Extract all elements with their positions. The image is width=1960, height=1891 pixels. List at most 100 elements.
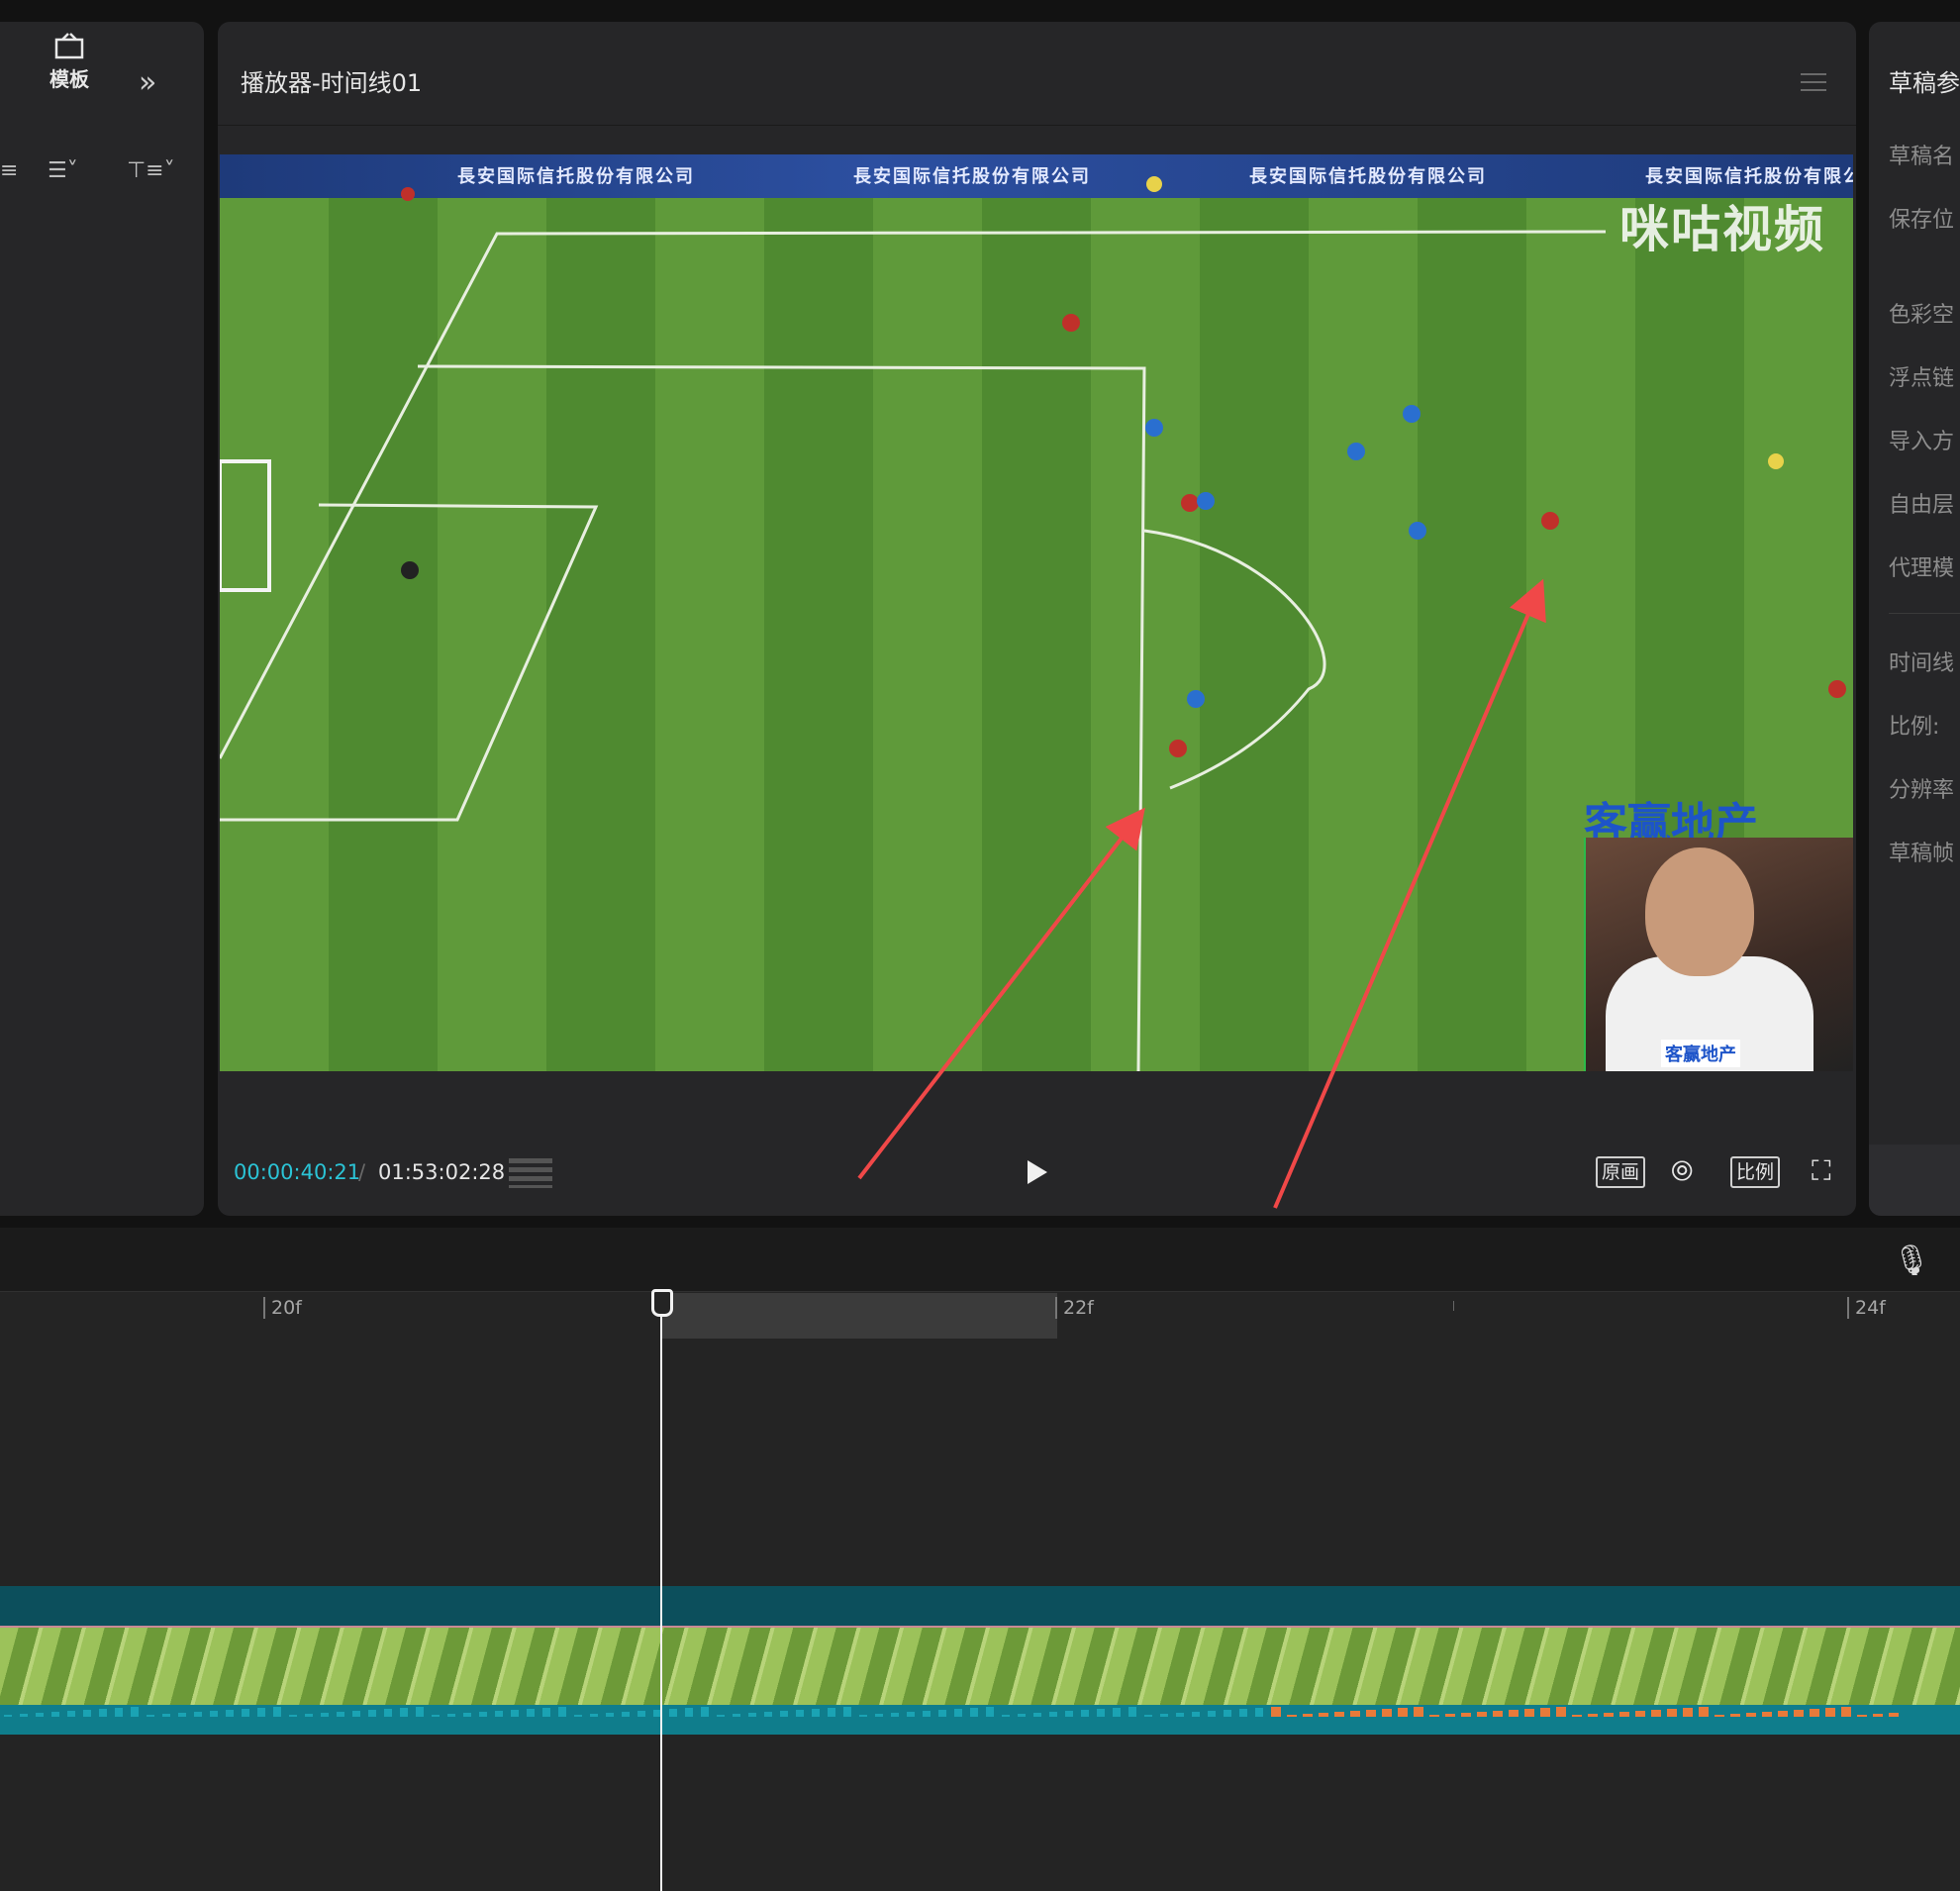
waveform-peak <box>606 1713 614 1717</box>
waveform-peak <box>337 1712 344 1717</box>
fullscreen-icon[interactable]: ⛶ <box>1812 1154 1831 1188</box>
timeline[interactable]: 🎙 20f 22f 24f <box>0 1228 1960 1891</box>
waveform-peak <box>970 1708 978 1717</box>
waveform-peak <box>368 1710 376 1717</box>
audio-track-header[interactable] <box>0 1586 1960 1626</box>
setting-resolution: 分辨率 <box>1889 778 1955 803</box>
waveform-peak <box>1224 1710 1231 1717</box>
playhead-handle[interactable] <box>651 1289 673 1317</box>
waveform-peak <box>36 1713 44 1717</box>
waveform-peak <box>1033 1713 1041 1717</box>
waveform-peak <box>669 1709 677 1717</box>
time-ruler[interactable]: 20f 22f 24f <box>0 1291 1960 1331</box>
waveform-peak <box>289 1715 297 1717</box>
waveform-peak <box>527 1709 535 1717</box>
audio-waveform[interactable] <box>0 1705 1960 1735</box>
waveform-peak <box>1588 1714 1598 1717</box>
waveform-peak <box>1524 1709 1534 1717</box>
waveform-peak <box>1350 1711 1360 1717</box>
waveform-peak <box>1176 1713 1184 1717</box>
waveform-peak <box>67 1711 75 1717</box>
waveform-peak <box>1857 1715 1867 1717</box>
waveform-peak <box>907 1712 915 1717</box>
waveform-peak <box>859 1715 867 1717</box>
waveform-peak <box>1604 1713 1614 1717</box>
setting-ratio: 比例: <box>1889 715 1940 740</box>
waveform-peak <box>1255 1708 1263 1717</box>
setting-save-location: 保存位 <box>1889 208 1955 233</box>
waveform-peak <box>954 1709 962 1717</box>
waveform-peak <box>1572 1715 1582 1717</box>
waveform-peak <box>1208 1711 1216 1717</box>
zoom-fit-icon[interactable]: ⦾ <box>1671 1154 1693 1188</box>
waveform-peak <box>717 1715 725 1717</box>
video-clip-filmstrip[interactable] <box>0 1626 1960 1707</box>
waveform-peak <box>590 1714 598 1717</box>
pip-tag: 客赢地产 <box>1661 1040 1740 1067</box>
setting-color-space: 色彩空 <box>1889 303 1955 328</box>
list-icon[interactable] <box>509 1158 552 1188</box>
waveform-peak <box>1730 1714 1740 1717</box>
waveform-peak <box>733 1714 740 1717</box>
transport-bar: 00:00:40:21 / 01:53:02:28 原画 ⦾ 比例 ⛶ <box>218 1150 1856 1200</box>
timecode-current: 00:00:40:21 <box>234 1160 361 1184</box>
waveform-peak <box>162 1714 170 1717</box>
timecode-separator: / <box>358 1160 366 1184</box>
play-icon[interactable] <box>1028 1160 1047 1184</box>
waveform-peak <box>194 1712 202 1717</box>
waveform-peak <box>1382 1709 1392 1717</box>
original-quality-button[interactable]: 原画 <box>1596 1156 1646 1188</box>
waveform-peak <box>1429 1715 1439 1717</box>
ruler-tick: 22f <box>1055 1297 1094 1319</box>
setting-import-method: 导入方 <box>1889 430 1955 454</box>
waveform-peak <box>115 1708 123 1717</box>
hamburger-menu-icon[interactable] <box>1801 67 1826 97</box>
waveform-peak <box>891 1713 899 1717</box>
right-panel: 草稿参 草稿名 保存位 色彩空 浮点链 导入方 自由层 代理模 时间线 比例: … <box>1869 22 1960 1216</box>
waveform-peak <box>51 1712 59 1717</box>
waveform-peak <box>1825 1708 1835 1717</box>
right-panel-footer <box>1869 1145 1960 1216</box>
video-preview[interactable]: 長安国际信托股份有限公司 長安国际信托股份有限公司 長安国际信托股份有限公司 長… <box>220 154 1853 1071</box>
waveform-peak <box>1398 1708 1408 1717</box>
list-icon[interactable]: ≡ <box>0 158 18 183</box>
waveform-peak <box>701 1707 709 1717</box>
waveform-peak <box>479 1712 487 1717</box>
waveform-peak <box>748 1713 756 1717</box>
waveform-peak <box>938 1710 946 1717</box>
waveform-peak <box>1303 1714 1313 1717</box>
template-button[interactable]: 模板 <box>40 32 99 92</box>
waveform-peak <box>1556 1707 1566 1717</box>
ruler-tick: 24f <box>1847 1297 1886 1319</box>
waveform-peak <box>923 1711 931 1717</box>
waveform-peak <box>1239 1709 1247 1717</box>
waveform-peak <box>495 1711 503 1717</box>
waveform-peak <box>1873 1714 1883 1717</box>
waveform-peak <box>1762 1712 1772 1717</box>
waveform-peak <box>463 1713 471 1717</box>
watermark: 咪咕视频 <box>1619 201 1825 258</box>
waveform-peak <box>1271 1707 1281 1717</box>
waveform-peak <box>1715 1715 1724 1717</box>
waveform-peak <box>1635 1711 1645 1717</box>
waveform-peak <box>1065 1711 1073 1717</box>
filter-icon[interactable]: ⊤≡˅ <box>127 158 175 183</box>
waveform-peak <box>321 1713 329 1717</box>
waveform-peak <box>147 1715 154 1717</box>
sort-icon[interactable]: ☰˅ <box>48 158 78 183</box>
ratio-button[interactable]: 比例 <box>1730 1156 1781 1188</box>
double-chevron-right-icon[interactable]: » <box>139 65 156 100</box>
waveform-peak <box>511 1710 519 1717</box>
waveform-peak <box>257 1708 265 1717</box>
waveform-peak <box>1366 1710 1376 1717</box>
waveform-peak <box>4 1715 12 1717</box>
setting-timeline: 时间线 <box>1889 651 1955 676</box>
playhead[interactable] <box>660 1293 662 1891</box>
waveform-peak <box>1334 1712 1344 1717</box>
template-label: 模板 <box>49 67 89 91</box>
waveform-peak <box>1018 1714 1026 1717</box>
waveform-peak <box>99 1709 107 1717</box>
microphone-icon[interactable]: 🎙 <box>1893 1244 1930 1278</box>
waveform-peak <box>1683 1708 1693 1717</box>
pip-face <box>1645 847 1754 976</box>
